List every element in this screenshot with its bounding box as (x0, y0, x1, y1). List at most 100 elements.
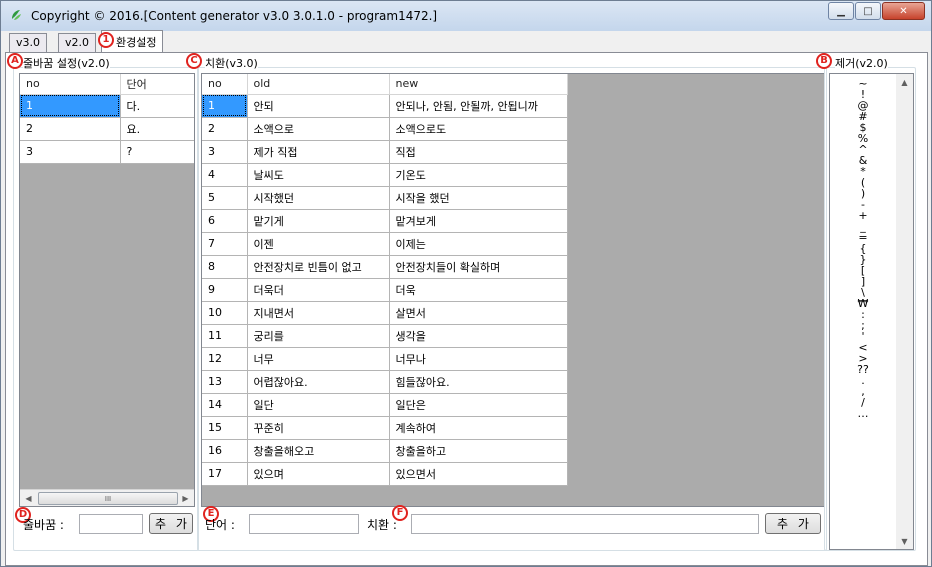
cell-old[interactable]: 더욱더 (247, 278, 390, 302)
replace-add-button[interactable]: 추 가 (765, 513, 821, 534)
table-row[interactable]: 11 궁리를 생각을 (202, 324, 568, 348)
cell-old[interactable]: 어렵잖아요. (247, 370, 390, 394)
scroll-down-icon[interactable]: ▼ (896, 533, 913, 549)
title-bar[interactable]: Copyright © 2016.[Content generator v3.0… (1, 1, 931, 31)
cell-word[interactable]: ? (120, 140, 194, 164)
cell-old[interactable]: 제가 직접 (247, 140, 390, 164)
cell-new[interactable]: 창출을하고 (389, 439, 568, 463)
linebreak-horizontal-scrollbar[interactable]: ◀ III ▶ (20, 489, 194, 506)
column-header-no[interactable]: no (20, 74, 121, 95)
cell-old[interactable]: 일단 (247, 393, 390, 417)
cell-new[interactable]: 힘들잖아요. (389, 370, 568, 394)
cell-new[interactable]: 소액으로도 (389, 117, 568, 141)
table-row[interactable]: 9 더욱더 더욱 (202, 278, 568, 302)
cell-old[interactable]: 이젠 (247, 232, 390, 256)
table-row[interactable]: 15 꾸준히 계속하여 (202, 416, 568, 440)
tab-v3[interactable]: v3.0 (9, 33, 48, 52)
cell-old[interactable]: 안전장치로 빈틈이 없고 (247, 255, 390, 279)
cell-new[interactable]: 일단은 (389, 393, 568, 417)
table-row[interactable]: 1 안되 안되나, 안됨, 안될까, 안됩니까 (202, 94, 568, 118)
table-row[interactable]: 2 요. (20, 117, 194, 141)
table-row[interactable]: 6 맡기게 맡겨보게 (202, 209, 568, 233)
cell-no[interactable]: 14 (202, 393, 248, 417)
cell-old[interactable]: 시작했던 (247, 186, 390, 210)
cell-old[interactable]: 안되 (247, 94, 390, 118)
table-row[interactable]: 1 다. (20, 94, 194, 118)
cell-old[interactable]: 궁리를 (247, 324, 390, 348)
cell-new[interactable]: 더욱 (389, 278, 568, 302)
table-row[interactable]: 17 있으며 있으면서 (202, 462, 568, 486)
cell-no[interactable]: 1 (20, 94, 121, 118)
close-button[interactable]: ✕ (882, 2, 925, 20)
table-row[interactable]: 4 날씨도 기온도 (202, 163, 568, 187)
list-item[interactable]: … (830, 408, 896, 419)
cell-new[interactable]: 기온도 (389, 163, 568, 187)
table-row[interactable]: 5 시작했던 시작을 했던 (202, 186, 568, 210)
remove-listbox[interactable]: ~! @ # $% ^ & *() - + _ ={}[] \ ₩:; ' < >??., /… ▲ ▼ (829, 73, 914, 550)
word-input[interactable] (249, 514, 359, 534)
table-row[interactable]: 3 제가 직접 직접 (202, 140, 568, 164)
linebreak-add-button[interactable]: 추 가 (149, 513, 193, 534)
table-row[interactable]: 3 ? (20, 140, 194, 164)
linebreak-input[interactable] (79, 514, 143, 534)
cell-word[interactable]: 다. (120, 94, 194, 118)
column-header-word[interactable]: 단어 (120, 74, 194, 95)
maximize-button[interactable]: □ (855, 2, 881, 20)
cell-no[interactable]: 1 (202, 94, 248, 118)
cell-old[interactable]: 너무 (247, 347, 390, 371)
cell-no[interactable]: 8 (202, 255, 248, 279)
cell-old[interactable]: 있으며 (247, 462, 390, 486)
cell-word[interactable]: 요. (120, 117, 194, 141)
scroll-right-icon[interactable]: ▶ (177, 490, 194, 506)
cell-new[interactable]: 시작을 했던 (389, 186, 568, 210)
linebreak-grid[interactable]: no 단어 1 다. 2 요. 3 ? ◀ III ▶ (19, 73, 195, 507)
cell-new[interactable]: 살면서 (389, 301, 568, 325)
cell-new[interactable]: 이제는 (389, 232, 568, 256)
tab-v2[interactable]: v2.0 (58, 33, 97, 52)
cell-no[interactable]: 10 (202, 301, 248, 325)
cell-no[interactable]: 2 (20, 117, 121, 141)
cell-new[interactable]: 계속하여 (389, 416, 568, 440)
cell-new[interactable]: 안되나, 안됨, 안될까, 안됩니까 (389, 94, 568, 118)
cell-no[interactable]: 3 (202, 140, 248, 164)
cell-new[interactable]: 안전장치들이 확실하며 (389, 255, 568, 279)
cell-old[interactable]: 맡기게 (247, 209, 390, 233)
cell-old[interactable]: 지내면서 (247, 301, 390, 325)
column-header-new[interactable]: new (389, 74, 568, 95)
cell-no[interactable]: 15 (202, 416, 248, 440)
cell-no[interactable]: 4 (202, 163, 248, 187)
cell-old[interactable]: 창출을해오고 (247, 439, 390, 463)
table-row[interactable]: 14 일단 일단은 (202, 393, 568, 417)
table-row[interactable]: 16 창출을해오고 창출을하고 (202, 439, 568, 463)
table-row[interactable]: 12 너무 너무나 (202, 347, 568, 371)
minimize-button[interactable]: ▁ (828, 2, 854, 20)
table-row[interactable]: 13 어렵잖아요. 힘들잖아요. (202, 370, 568, 394)
cell-new[interactable]: 직접 (389, 140, 568, 164)
cell-no[interactable]: 6 (202, 209, 248, 233)
column-header-old[interactable]: old (247, 74, 390, 95)
cell-old[interactable]: 소액으로 (247, 117, 390, 141)
replace-grid[interactable]: no old new 1 안되 안되나, 안됨, 안될까, 안됩니까 2 소액으로 소액으… (201, 73, 825, 507)
cell-new[interactable]: 맡겨보게 (389, 209, 568, 233)
table-row[interactable]: 7 이젠 이제는 (202, 232, 568, 256)
cell-new[interactable]: 너무나 (389, 347, 568, 371)
table-row[interactable]: 2 소액으로 소액으로도 (202, 117, 568, 141)
column-header-no[interactable]: no (202, 74, 248, 95)
cell-old[interactable]: 날씨도 (247, 163, 390, 187)
cell-no[interactable]: 16 (202, 439, 248, 463)
scroll-thumb[interactable]: III (38, 492, 178, 505)
table-row[interactable]: 8 안전장치로 빈틈이 없고 안전장치들이 확실하며 (202, 255, 568, 279)
cell-no[interactable]: 13 (202, 370, 248, 394)
cell-no[interactable]: 11 (202, 324, 248, 348)
cell-no[interactable]: 12 (202, 347, 248, 371)
cell-no[interactable]: 3 (20, 140, 121, 164)
cell-new[interactable]: 있으면서 (389, 462, 568, 486)
replace-input[interactable] (411, 514, 759, 534)
cell-new[interactable]: 생각을 (389, 324, 568, 348)
scroll-left-icon[interactable]: ◀ (20, 490, 37, 506)
table-row[interactable]: 10 지내면서 살면서 (202, 301, 568, 325)
cell-no[interactable]: 9 (202, 278, 248, 302)
cell-no[interactable]: 5 (202, 186, 248, 210)
cell-no[interactable]: 17 (202, 462, 248, 486)
scroll-up-icon[interactable]: ▲ (896, 74, 913, 90)
